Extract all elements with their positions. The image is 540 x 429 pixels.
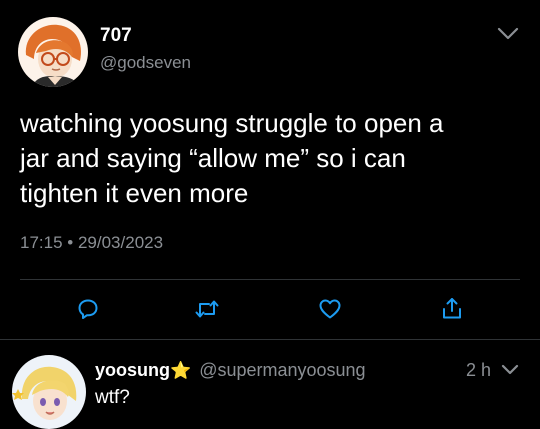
author-handle[interactable]: @godseven [100, 52, 191, 74]
reply-avatar[interactable] [12, 355, 86, 429]
like-icon[interactable] [317, 297, 343, 321]
avatar-illustration [18, 17, 88, 87]
reply-author-name[interactable]: yoosung [95, 360, 170, 380]
author-avatar[interactable] [18, 17, 88, 87]
tweet-text-line: watching yoosung struggle to open a [20, 108, 444, 138]
retweet-icon[interactable] [194, 297, 220, 321]
tweet-text: watching yoosung struggle to open a jar … [20, 106, 530, 211]
tweet-text-line: jar and saying “allow me” so i can [20, 143, 406, 173]
reply-chevron-down-icon[interactable] [500, 363, 520, 377]
share-icon[interactable] [440, 296, 464, 322]
reply-header: yoosung⭐ @supermanyoosung [95, 359, 366, 382]
star-badge-icon: ⭐ [170, 361, 192, 380]
reply-author-handle[interactable]: @supermanyoosung [199, 360, 365, 380]
tweet-time: 17:15 [20, 233, 63, 252]
tweet-date: 29/03/2023 [77, 233, 164, 252]
reply-age: 2 h [466, 359, 491, 381]
section-divider [0, 339, 540, 340]
reply-icon[interactable] [76, 297, 100, 321]
reply-text: wtf? [95, 387, 130, 408]
chevron-down-icon[interactable] [496, 26, 520, 42]
tweet-timestamp[interactable]: 17:15 • 29/03/2023 [20, 232, 163, 254]
reply-age-text: 2 h [466, 360, 492, 380]
divider [20, 279, 520, 280]
tweet-text-line: tighten it even more [20, 178, 249, 208]
author-name[interactable]: 707 [100, 24, 132, 48]
avatar-illustration [12, 355, 86, 429]
meta-separator: • [67, 233, 74, 252]
